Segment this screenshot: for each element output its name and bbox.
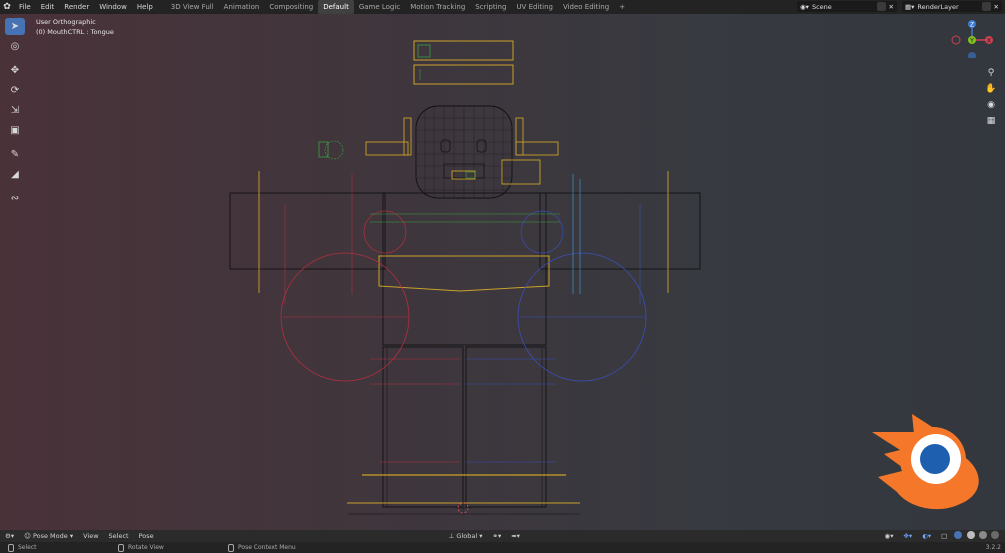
status-select: Select [8,543,37,552]
shading-buttons [952,531,1005,541]
tool-shelf: ➤ ◎ ✥ ⟳ ⇲ ▣ ✎ ◢ ∾ [5,18,25,210]
tab-3d-view-full[interactable]: 3D View Full [166,0,219,14]
mouse-right-icon [228,543,234,552]
new-scene-icon[interactable] [876,2,886,11]
viewport-header: ⚙▾ ☺ Pose Mode ▾ View Select Pose ⊥ Glob… [0,530,1005,542]
tab-video-editing[interactable]: Video Editing [558,0,614,14]
mouse-left-icon [8,543,14,552]
menu-render[interactable]: Render [59,0,94,14]
zoom-icon[interactable]: ⚲ [984,66,998,80]
material-shading-icon[interactable] [978,531,987,539]
camera-icon[interactable]: ◉ [984,98,998,112]
tab-scripting[interactable]: Scripting [470,0,511,14]
tab-animation[interactable]: Animation [219,0,265,14]
remove-scene-icon[interactable]: ✕ [889,3,894,11]
scene-name: Scene [811,2,832,11]
cursor-icon[interactable]: ◎ [5,38,25,55]
z-axis-label: Z [970,22,974,29]
overlay-toggle-icon[interactable]: ◐▾ [917,532,936,540]
status-bar: Select Rotate View Pose Context Menu 3.2… [0,542,1005,553]
menu-view[interactable]: View [78,532,103,540]
hand-icon[interactable]: ✋ [984,82,998,96]
rotate-icon[interactable]: ⟳ [5,82,25,99]
mode-selector[interactable]: ☺ Pose Mode ▾ [19,532,78,540]
top-bar: ✿ File Edit Render Window Help 3D View F… [0,0,1005,14]
render-layer-name: RenderLayer [917,2,959,11]
blender-icon[interactable]: ✿ [0,2,14,12]
select-box-icon[interactable]: ➤ [5,18,25,35]
move-icon[interactable]: ✥ [5,62,25,79]
remove-render-layer-icon[interactable]: ✕ [994,3,999,11]
render-layer-selector[interactable]: ▦▾ RenderLayer ✕ [902,1,1002,12]
tab-default[interactable]: Default [318,0,354,14]
scale-icon[interactable]: ⇲ [5,102,25,119]
menu-help[interactable]: Help [132,0,158,14]
active-object-label: (0) MouthCTRL : Tongue [36,28,114,36]
visibility-icon[interactable]: ◉▾ [880,532,899,540]
navigation-gizmo: X Y Z ⚲ ✋ ◉ ▦ [951,18,1001,128]
y-axis-label: Y [969,38,974,45]
wireframe-shading-icon[interactable] [954,531,963,539]
measure-icon[interactable]: ◢ [5,166,25,183]
menu-window[interactable]: Window [94,0,132,14]
x-axis-label: X [987,38,991,45]
3d-viewport[interactable]: User Orthographic (0) MouthCTRL : Tongue… [0,14,1005,530]
transform-icon[interactable]: ▣ [5,122,25,139]
transform-orientation-selector[interactable]: ⊥ Global ▾ [444,532,488,540]
tab-compositing[interactable]: Compositing [264,0,318,14]
mode-label: Pose Mode [32,532,68,540]
view-name-label: User Orthographic [36,18,96,26]
mouse-middle-icon [118,543,124,552]
scene-selector[interactable]: ◉▾ Scene ✕ [797,1,897,12]
new-render-layer-icon[interactable] [981,2,991,11]
menu-select[interactable]: Select [104,532,134,540]
menu-pose[interactable]: Pose [134,532,159,540]
tab-motion-tracking[interactable]: Motion Tracking [405,0,470,14]
add-workspace-button[interactable]: + [614,0,630,14]
snap-icon[interactable]: ➠▾ [506,532,525,540]
rendered-shading-icon[interactable] [991,531,999,539]
menu-edit[interactable]: Edit [36,0,60,14]
gizmo-toggle-icon[interactable]: ✥▾ [898,532,917,540]
orientation-label: Global [456,532,478,540]
tab-game-logic[interactable]: Game Logic [354,0,405,14]
menu-file[interactable]: File [14,0,36,14]
grid-icon[interactable]: ▦ [984,114,998,128]
render-layer-icon: ▦▾ [905,2,915,11]
axis-gizmo[interactable]: X Y Z [951,18,1001,58]
solid-shading-icon[interactable] [966,531,975,539]
status-rotate: Rotate View [118,543,164,552]
xray-icon[interactable]: □ [936,532,952,540]
pivot-icon[interactable]: ⚭▾ [488,532,507,540]
armature-wireframe[interactable] [0,14,1005,530]
scene-icon: ◉▾ [800,2,809,11]
version-label: 3.2.2 [985,544,1001,551]
bone-envelope-icon[interactable]: ∾ [5,190,25,207]
status-context: Pose Context Menu [228,543,296,552]
tab-uv-editing[interactable]: UV Editing [511,0,558,14]
blender-logo-watermark [872,414,979,510]
annotate-icon[interactable]: ✎ [5,146,25,163]
editor-type-icon[interactable]: ⚙▾ [0,532,19,540]
